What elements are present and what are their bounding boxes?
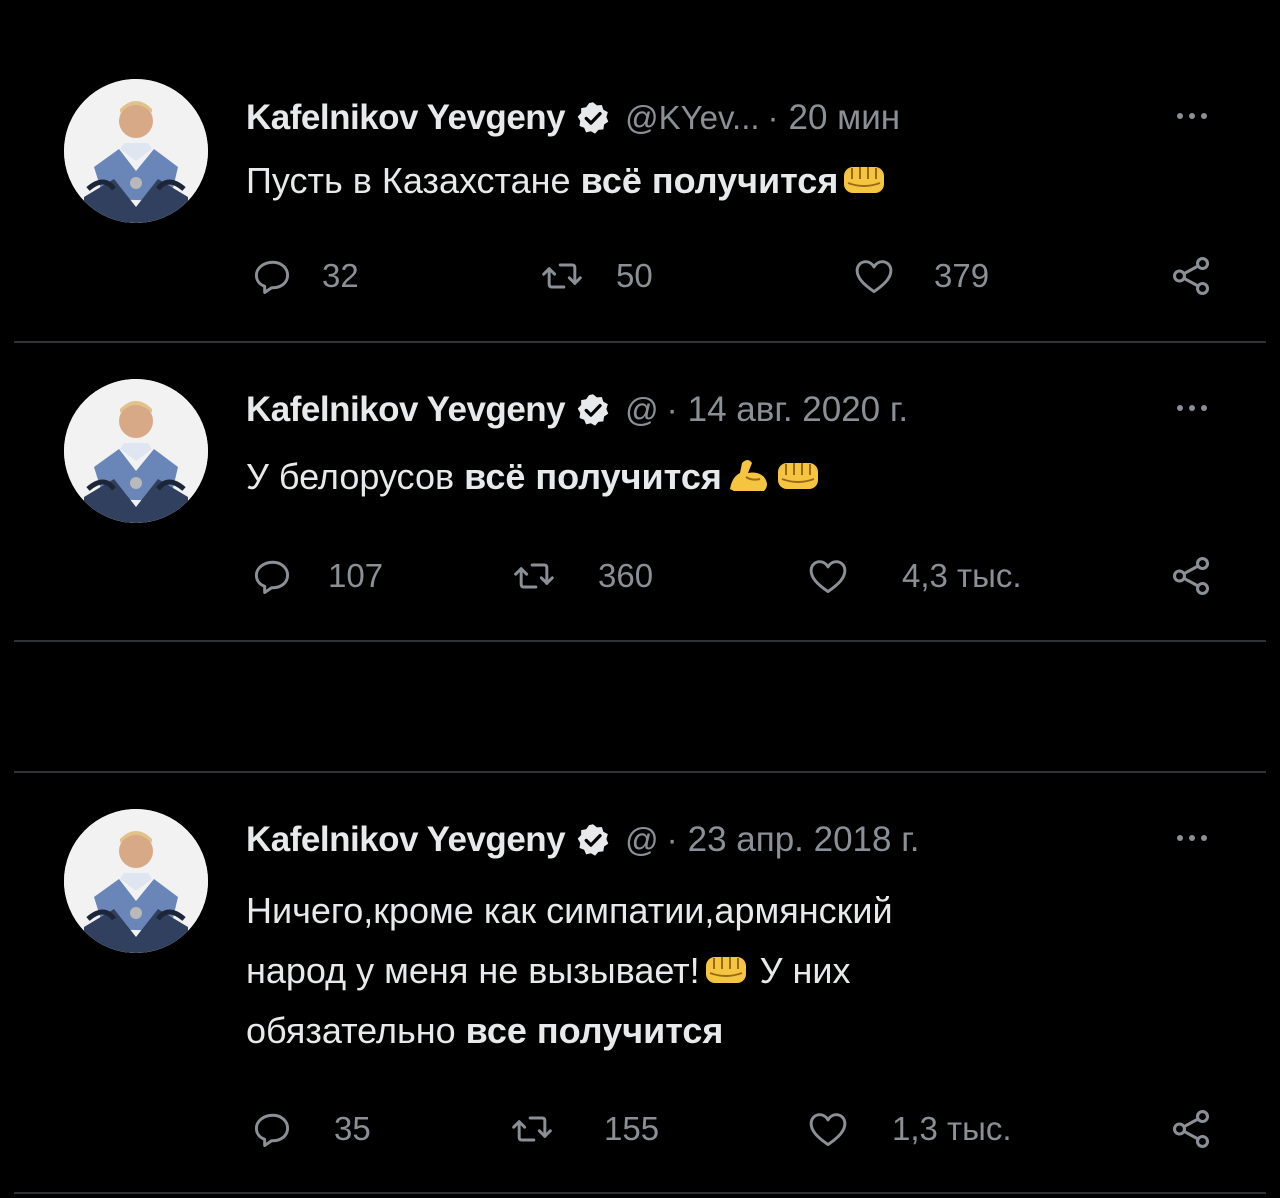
like-count: 4,3 тыс. [902, 557, 1022, 594]
author-handle[interactable]: @ [625, 821, 659, 859]
reply-count: 107 [328, 557, 384, 594]
author-handle[interactable]: @KYev... [625, 99, 759, 137]
text-regular: Пусть в Казахстане [246, 160, 581, 201]
text-bold: все получится [465, 1010, 724, 1051]
text-line: народ у меня не вызывает! У них [246, 941, 1146, 1001]
tweet-text: Ничего,кроме как симпатии,армянский наро… [246, 881, 1146, 1061]
more-options-icon[interactable] [1168, 393, 1216, 423]
text-regular: У них [749, 950, 851, 991]
heart-icon [806, 1107, 850, 1151]
share-icon[interactable] [1168, 553, 1214, 599]
author-name[interactable]: Kafelnikov Yevgeny [246, 820, 566, 860]
tweet-text: Пусть в Казахстане всё получится [246, 153, 1146, 208]
tweet-header: Kafelnikov Yevgeny @ · 23 апр. 2018 г. [246, 817, 919, 863]
text-line: обязательно все получится [246, 1001, 1146, 1061]
reply-icon [250, 254, 294, 298]
reply-count: 35 [334, 1110, 371, 1147]
retweet-button[interactable]: 50 [540, 251, 653, 301]
tweet-time[interactable]: 23 апр. 2018 г. [688, 820, 920, 860]
more-options-icon[interactable] [1168, 823, 1216, 853]
author-name[interactable]: Kafelnikov Yevgeny [246, 390, 566, 430]
retweet-button[interactable]: 155 [510, 1104, 659, 1154]
fist-icon [774, 455, 822, 495]
tweet-header: Kafelnikov Yevgeny @ · 14 авг. 2020 г. [246, 387, 908, 433]
reply-icon [250, 554, 294, 598]
retweet-icon [510, 1107, 554, 1151]
dot-separator: · [666, 821, 678, 858]
retweet-icon [512, 554, 556, 598]
avatar[interactable] [64, 379, 208, 523]
share-icon[interactable] [1168, 1106, 1214, 1152]
flexed-biceps-icon [724, 455, 772, 495]
verified-badge-icon [575, 392, 611, 428]
like-button[interactable]: 1,3 тыс. [806, 1104, 1012, 1154]
tweet-text: У белорусов всё получится [246, 449, 1146, 504]
fist-icon [702, 949, 750, 989]
text-bold: всё получится [464, 456, 722, 497]
avatar[interactable] [64, 809, 208, 953]
reply-icon [250, 1107, 294, 1151]
dot-separator: · [767, 99, 779, 136]
tweet-actions: 32 50 379 [0, 251, 1280, 301]
reply-button[interactable]: 32 [250, 251, 359, 301]
like-button[interactable]: 4,3 тыс. [806, 551, 1022, 601]
divider [14, 771, 1266, 773]
reply-button[interactable]: 107 [250, 551, 383, 601]
author-handle[interactable]: @ [625, 391, 659, 429]
verified-badge-icon [575, 100, 611, 136]
reply-button[interactable]: 35 [250, 1104, 371, 1154]
dot-separator: · [666, 391, 678, 428]
heart-icon [852, 254, 896, 298]
share-icon[interactable] [1168, 253, 1214, 299]
like-button[interactable]: 379 [852, 251, 989, 301]
heart-icon [806, 554, 850, 598]
tweet-actions: 35 155 1,3 тыс. [0, 1104, 1280, 1154]
author-name[interactable]: Kafelnikov Yevgeny [246, 98, 566, 138]
text-regular: обязательно [246, 1010, 466, 1051]
divider [14, 1192, 1266, 1194]
text-line: Ничего,кроме как симпатии,армянский [246, 890, 893, 931]
retweet-button[interactable]: 360 [512, 551, 653, 601]
divider [14, 341, 1266, 343]
verified-badge-icon [575, 822, 611, 858]
tweet-time[interactable]: 20 мин [789, 98, 901, 138]
retweet-icon [540, 254, 584, 298]
tweet-actions: 107 360 4,3 тыс. [0, 551, 1280, 601]
retweet-count: 155 [604, 1110, 660, 1147]
text-bold: всё получится [580, 160, 839, 201]
tweet-time[interactable]: 14 авг. 2020 г. [688, 390, 908, 430]
retweet-count: 50 [616, 257, 653, 294]
like-count: 1,3 тыс. [892, 1110, 1012, 1147]
divider [14, 640, 1266, 642]
retweet-count: 360 [598, 557, 654, 594]
avatar[interactable] [64, 79, 208, 223]
text-regular: народ у меня не вызывает! [246, 950, 700, 991]
tweet-header: Kafelnikov Yevgeny @KYev... · 20 мин [246, 95, 900, 141]
fist-icon [840, 159, 888, 199]
reply-count: 32 [322, 257, 359, 294]
more-options-icon[interactable] [1168, 101, 1216, 131]
like-count: 379 [934, 257, 990, 294]
text-regular: У белорусов [246, 456, 465, 497]
